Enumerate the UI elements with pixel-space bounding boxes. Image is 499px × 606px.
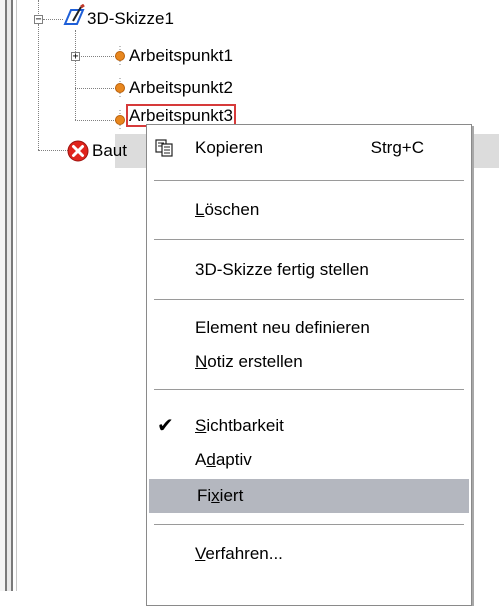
menu-item-redefine[interactable]: Element neu definieren [147, 311, 471, 345]
collapse-icon[interactable]: − [34, 15, 43, 25]
menu-label-copy: Kopieren [195, 138, 264, 157]
context-menu: Kopieren Strg+C Löschen 3D-Skizze fertig… [146, 124, 472, 606]
menu-separator [154, 180, 464, 181]
menu-accelerator-note: N [195, 352, 208, 371]
menu-item-copy[interactable]: Kopieren Strg+C [147, 131, 471, 165]
menu-label-finish-sketch: 3D-Skizze fertig stellen [195, 260, 369, 279]
tree-item-workpoint-1[interactable]: Arbeitspunkt1 [129, 46, 233, 66]
menu-label-note: otiz erstellen [207, 352, 303, 371]
error-icon [67, 140, 89, 162]
tree-line-root-down [38, 24, 39, 150]
menu-label-adaptive: aptiv [215, 450, 252, 469]
menu-separator [154, 389, 464, 390]
tree-item-workpoint-3[interactable]: Arbeitspunkt3 [126, 104, 236, 127]
workpoint-icon [115, 46, 125, 66]
menu-accelerator-adaptive: d [206, 450, 216, 469]
expand-icon[interactable]: + [71, 52, 80, 62]
menu-item-visibility[interactable]: ✔ Sichtbarkeit [147, 409, 471, 443]
tree-item-baut[interactable]: Baut [92, 141, 127, 161]
menu-accelerator-procedure: V [195, 544, 206, 563]
copy-icon [155, 139, 173, 157]
menu-separator [154, 524, 464, 525]
tree-line-wp3 [75, 120, 116, 121]
menu-item-delete[interactable]: Löschen [147, 193, 471, 227]
menu-item-finish-sketch[interactable]: 3D-Skizze fertig stellen [147, 253, 471, 287]
menu-item-adaptive[interactable]: Adaptiv [147, 443, 471, 477]
checkmark-icon: ✔ [157, 415, 174, 437]
3d-sketch-icon [63, 4, 85, 25]
menu-label-fixed-pre: Fi [197, 486, 212, 505]
tree-line-wp1 [81, 56, 116, 57]
menu-accelerator-visibility: S [195, 416, 207, 435]
menu-label-adaptive-pre: A [195, 450, 207, 469]
menu-accelerator-fixed: x [211, 486, 220, 505]
menu-label-fixed: iert [219, 486, 244, 505]
menu-separator [154, 239, 464, 240]
menu-label-delete: öschen [204, 200, 260, 219]
tree-line-sketch [43, 19, 63, 20]
menu-label-redefine: Element neu definieren [195, 318, 370, 337]
menu-item-procedure[interactable]: Verfahren... [147, 537, 471, 571]
menu-label-visibility: ichtbarkeit [206, 416, 284, 435]
tree-item-3d-sketch[interactable]: 3D-Skizze1 [87, 9, 174, 29]
tree-line-baut [38, 150, 68, 151]
menu-item-create-note[interactable]: Notiz erstellen [147, 345, 471, 379]
tree-line-sketch-children [75, 30, 76, 120]
menu-separator [154, 299, 464, 300]
tree-item-workpoint-2[interactable]: Arbeitspunkt2 [129, 78, 233, 98]
shortcut-copy: Strg+C [370, 138, 424, 157]
workpoint-icon [115, 78, 125, 98]
tree-line-wp2 [75, 88, 116, 89]
menu-label-procedure: erfahren... [205, 544, 283, 563]
menu-item-fixed[interactable]: Fixiert [149, 479, 469, 513]
